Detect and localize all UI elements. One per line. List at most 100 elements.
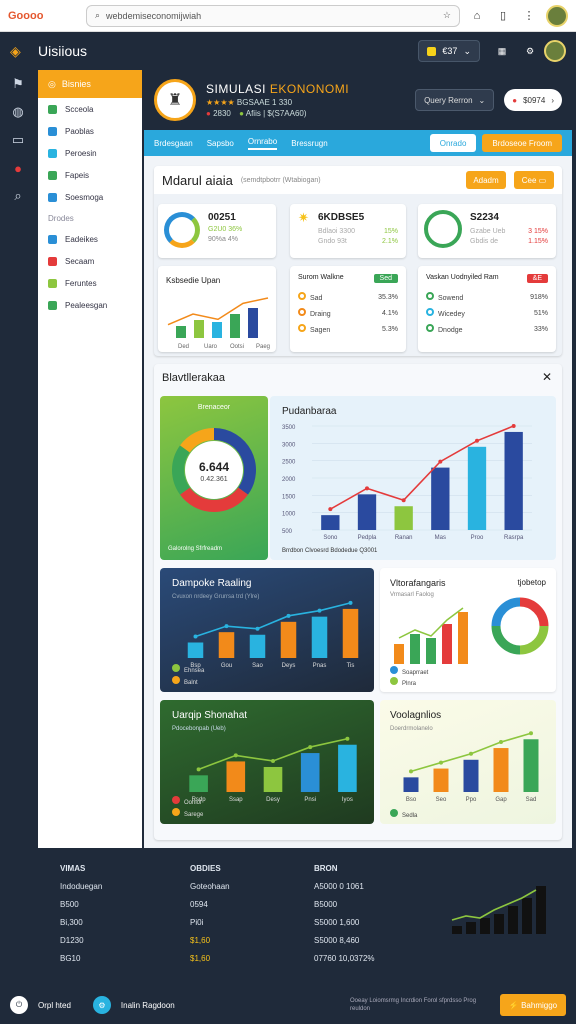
query-select[interactable]: Query Rerron ⌄: [415, 89, 495, 111]
flag-icon[interactable]: ⚑: [0, 70, 36, 98]
bar: [248, 308, 258, 338]
trend-card[interactable]: Ksbsedie Upan Ded Uaro Ootsi Paeg: [158, 266, 276, 352]
tab-3[interactable]: Bressrugn: [291, 139, 327, 148]
sidebar: ◎ Bisnies Scceola Paoblas Peroesin Fapeis So…: [38, 70, 142, 848]
bar: [463, 759, 479, 792]
bar: [493, 748, 509, 792]
panel-subtitle: (semdtpbotrr (Wtabiogan): [240, 176, 321, 184]
donut-legend: Galorolng Sfrfreadm: [168, 546, 223, 552]
url-bar[interactable]: ⌕ webdemiseconomijwiah ☆: [86, 4, 460, 27]
gear-icon[interactable]: ⚙: [92, 996, 111, 1014]
add-button[interactable]: Adadm: [466, 171, 506, 189]
sidebar-item[interactable]: Paoblas: [38, 120, 142, 142]
avatar[interactable]: [546, 4, 568, 27]
bar: [249, 634, 266, 658]
donut-slice: [519, 625, 549, 655]
card-title: Surom Walkne: [298, 274, 344, 281]
sidebar-item[interactable]: Peroesin: [38, 142, 142, 164]
stat-value: 4.1%: [382, 309, 398, 317]
sidebar-item[interactable]: Eadeikes: [38, 228, 142, 250]
snapshot-card[interactable]: Uarqip Shonahat Pdocebonpab (Ueb) Rsdp Ss…: [160, 700, 374, 824]
kpi-sub: Gzabe Ueb: [470, 228, 506, 235]
table-cell: D1230: [60, 936, 84, 945]
onrado-button[interactable]: Onrado: [429, 134, 477, 152]
currency-select[interactable]: €37 ⌄: [418, 40, 480, 62]
water-card[interactable]: Surom Walkne Sed Sad 35.3% Draing 4.1% Sagen…: [290, 266, 406, 352]
ranking-card[interactable]: Dampoke Raaling Cvuxon nrdeey Grurrsa tr…: [160, 568, 374, 692]
search-icon[interactable]: ⌕: [0, 182, 36, 210]
tick-label: 2500: [282, 460, 296, 466]
table-cell: S5000 8,460: [314, 936, 360, 945]
left-rail: ⚑ ◍ ▭ ● ⌕: [0, 70, 36, 850]
variation-card[interactable]: Vltorafangaris Vrmasarl Faolog tjobetop …: [380, 568, 556, 692]
chat-icon[interactable]: ▭: [0, 126, 36, 154]
circle-icon: [426, 324, 434, 332]
table-cell: Pi0i: [190, 918, 204, 927]
sidebar-head[interactable]: ◎ Bisnies: [38, 70, 142, 98]
tab-1[interactable]: Sapsbo: [207, 139, 234, 148]
footer-chart: [451, 886, 546, 934]
analytics-panel: Blavtllerakaa ✕ Brenaceor 6.644 0.42.361…: [154, 364, 562, 840]
bar: [311, 616, 328, 658]
sidebar-item[interactable]: Pealeesgan: [38, 294, 142, 316]
volume-card[interactable]: Voolagnlios Doerdrmolanelo Bso Seo Ppo Gap S…: [380, 700, 556, 824]
stat-label: Draing: [298, 308, 331, 318]
kpi-card-2[interactable]: ✷ 6KDBSE5 Bdlaoi 3300 Gndo 93t 15% 2.1%: [290, 204, 406, 258]
table-cell: $1,60: [190, 936, 211, 945]
point: [271, 758, 275, 763]
point: [317, 608, 322, 613]
donut-card[interactable]: Brenaceor 6.644 0.42.361 Galorolng Sfrfr…: [160, 396, 268, 560]
stat-label: Sagen: [298, 324, 330, 334]
sidebar-item-label: Eadeikes: [65, 234, 98, 244]
url-text: webdemiseconomijwiah: [106, 10, 202, 21]
circle-icon: [426, 308, 434, 316]
record-icon[interactable]: ●: [0, 154, 36, 182]
froom-button[interactable]: Brdoseoe Froom: [482, 134, 562, 152]
table-cell: Goteohaan: [190, 882, 230, 891]
bar: [230, 314, 240, 338]
tick-label: Rasrpa: [504, 535, 524, 541]
tick-label: Sao: [252, 663, 263, 669]
kpi-card-3[interactable]: S2234 Gzabe Ueb Gbdis de 3 15% 1.15%: [418, 204, 556, 258]
sidebar-item[interactable]: Soesmoga: [38, 186, 142, 208]
tick-label: Bso: [406, 797, 417, 803]
sidebar-item[interactable]: Feruntes: [38, 272, 142, 294]
bar: [189, 775, 208, 792]
donut-slice: [519, 597, 549, 627]
tab-2[interactable]: Ornrabo: [247, 137, 278, 150]
close-icon[interactable]: ✕: [542, 370, 552, 384]
submit-button[interactable]: ⚡ Bahmiggo: [500, 994, 566, 1016]
bookmark-icon[interactable]: ☆: [443, 10, 451, 21]
point: [365, 486, 369, 491]
card-badge: Sed: [373, 274, 398, 283]
header: ♜ SIMULASI EKONONOMI ★★★★ BGSAAE 1 330 ●…: [144, 70, 572, 130]
sidebar-item[interactable]: Fapeis: [38, 164, 142, 186]
ram-card[interactable]: Vaskan Uodnyiled Ram &E Sowend 918% Wicede…: [418, 266, 556, 352]
point: [438, 459, 443, 464]
cee-button[interactable]: Cee ▭: [514, 171, 554, 189]
bar: [394, 644, 404, 664]
main-bar-chart[interactable]: Pudanbaraa 3500 3000 2500 2000 1500 1000 500 So…: [270, 396, 556, 560]
power-icon[interactable]: ⏻: [10, 996, 28, 1014]
tab-0[interactable]: Brdesgaan: [154, 139, 193, 148]
bar: [536, 886, 546, 934]
balance-button[interactable]: ● $0974 ›: [504, 89, 562, 111]
overview-panel: Mdarul aiaia (semdtpbotrr (Wtabiogan) Ad…: [154, 166, 562, 356]
sidebar-item[interactable]: Scceola: [38, 98, 142, 120]
document-icon[interactable]: ▯: [494, 7, 512, 25]
legend-item: Ooniol: [172, 796, 201, 806]
bar: [321, 515, 340, 530]
menu-icon[interactable]: ⋮: [520, 7, 538, 25]
sidebar-item[interactable]: Secaam: [38, 250, 142, 272]
main-panel: ♜ SIMULASI EKONONOMI ★★★★ BGSAAE 1 330 ●…: [144, 70, 572, 848]
kpi-card-1[interactable]: 00251 G2U0 36% 90%a 4%: [158, 204, 276, 258]
trend-line: [198, 737, 348, 771]
globe-icon[interactable]: ◍: [0, 98, 36, 126]
donut-slice: [491, 597, 521, 627]
point: [286, 613, 291, 618]
home-icon[interactable]: ⌂: [468, 7, 486, 25]
settings-icon[interactable]: ⚙: [516, 46, 544, 57]
table-cell: B500: [60, 900, 79, 909]
user-avatar[interactable]: [544, 40, 566, 62]
grid-icon[interactable]: ▦: [488, 46, 516, 57]
